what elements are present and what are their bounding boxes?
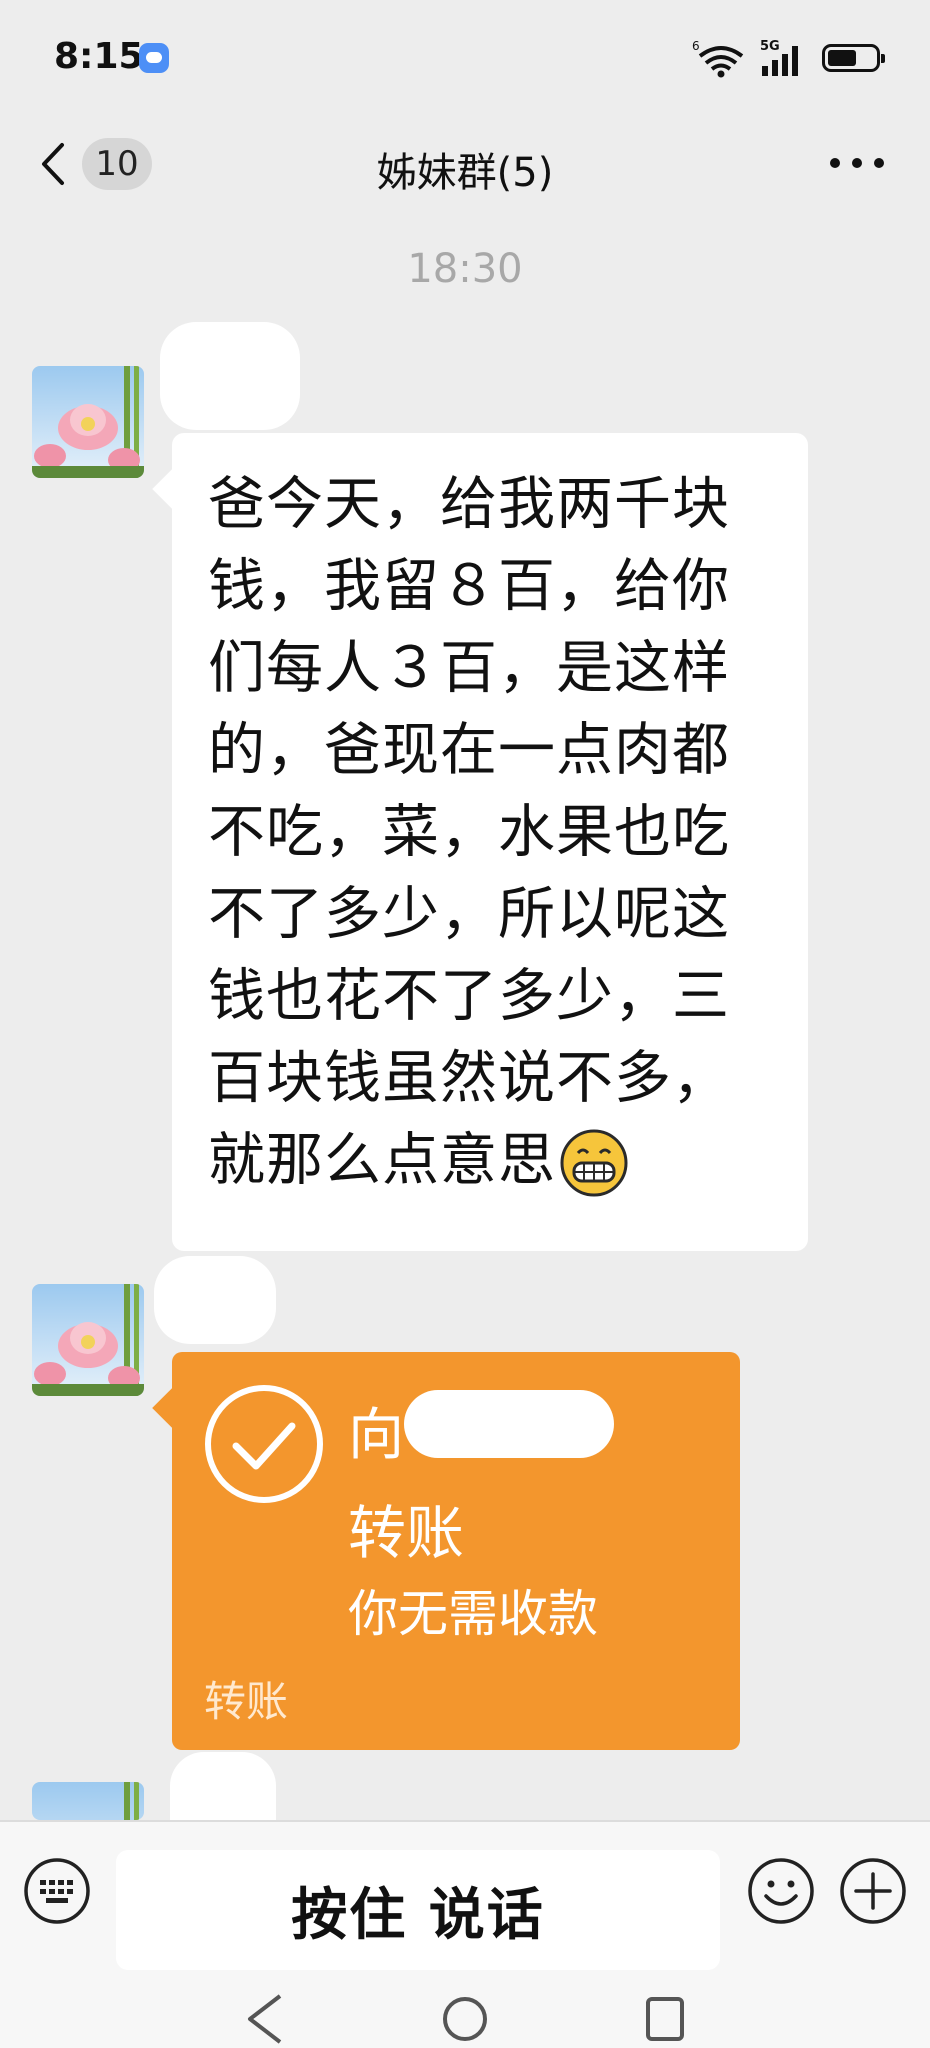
checkmark-circle-icon (205, 1385, 323, 1503)
system-home-icon[interactable] (440, 1990, 490, 2048)
avatar[interactable] (32, 366, 144, 478)
emoji-icon[interactable] (746, 1856, 816, 1926)
hold-to-talk-button[interactable]: 按住 说话 (116, 1850, 720, 1970)
system-back-icon[interactable] (240, 1990, 290, 2048)
chat-input-bar: 按住 说话 (0, 1820, 930, 1972)
transfer-recipient-prefix: 向 (348, 1403, 404, 1468)
transfer-footer-label: 转账 (204, 1677, 289, 1726)
cellular-signal-icon: 5G (760, 39, 798, 76)
message-notification-icon (139, 43, 169, 73)
status-icons: 6 5G (692, 36, 885, 80)
transfer-card[interactable]: 向 转账 你无需收款 转账 (152, 1352, 740, 1750)
lotus-avatar-image (32, 1782, 144, 1820)
transfer-status: 你无需收款 (348, 1585, 598, 1643)
svg-text:5G: 5G (760, 39, 780, 54)
chat-header: 10 姊妹群(5) (0, 118, 930, 210)
recipient-name-redacted (404, 1390, 614, 1458)
system-navigation-bar (0, 1970, 930, 2048)
system-recent-apps-icon[interactable] (640, 1990, 690, 2048)
transfer-title: 转账 (348, 1499, 465, 1567)
sender-name-redacted (160, 322, 300, 430)
battery-icon (822, 44, 885, 72)
lotus-avatar-image (32, 1284, 144, 1396)
more-options-icon[interactable] (822, 138, 892, 188)
chat-title: 姊妹群(5) (376, 150, 554, 196)
grinning-emoji-icon (560, 1129, 628, 1197)
avatar[interactable] (32, 1284, 144, 1396)
keyboard-icon[interactable] (22, 1856, 92, 1926)
sender-name-redacted (170, 1752, 276, 1820)
status-bar: 8:15 6 5G (0, 0, 930, 118)
lotus-avatar-image (32, 366, 144, 478)
text-message-bubble[interactable]: 爸今天，给我两千块钱，我留８百，给你们每人３百，是这样的，爸现在一点肉都不吃，菜… (152, 433, 808, 1251)
sender-name-redacted (154, 1256, 276, 1344)
add-more-icon[interactable] (838, 1856, 908, 1926)
wifi-icon: 6 (692, 39, 744, 78)
message-text: 爸今天，给我两千块钱，我留８百，给你们每人３百，是这样的，爸现在一点肉都不吃，菜… (208, 471, 730, 1193)
status-time: 8:15 (54, 36, 144, 77)
message-timestamp: 18:30 (407, 246, 523, 292)
avatar[interactable] (32, 1782, 144, 1820)
svg-text:6: 6 (692, 39, 700, 53)
